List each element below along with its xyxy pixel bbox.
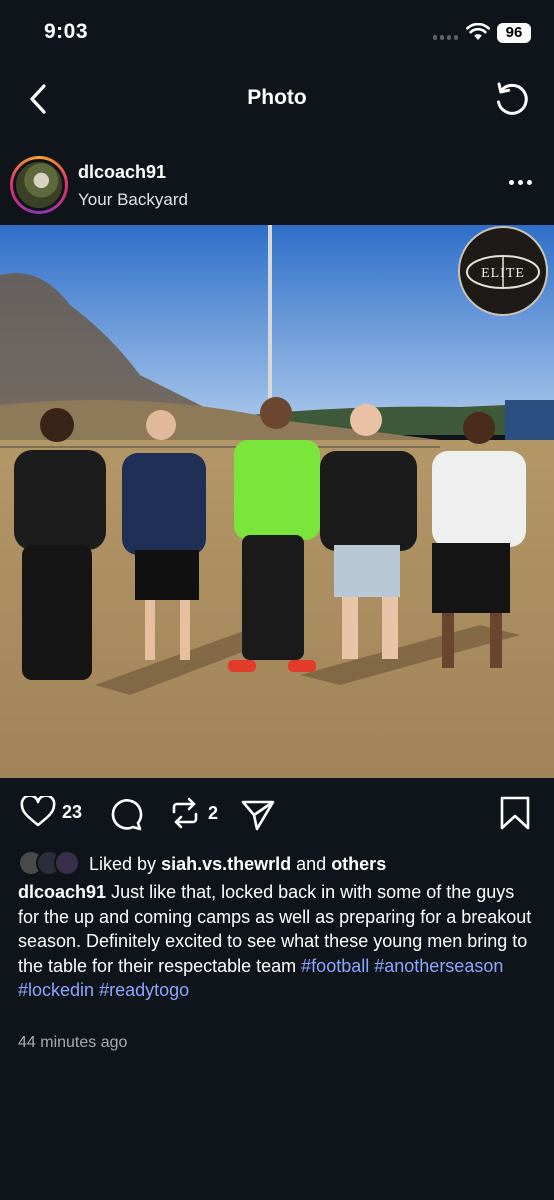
avatar[interactable] xyxy=(10,156,68,214)
post-timestamp: 44 minutes ago xyxy=(18,1034,128,1051)
refresh-icon xyxy=(497,82,528,115)
avatar xyxy=(54,850,80,876)
heart-icon xyxy=(20,796,56,827)
save-button[interactable] xyxy=(499,796,531,830)
liker-avatars xyxy=(18,850,86,878)
liked-by-others[interactable]: others xyxy=(331,854,386,874)
more-options-button[interactable] xyxy=(509,180,532,185)
post-actions: 23 2 xyxy=(0,790,554,840)
nav-bar: Photo xyxy=(0,66,554,132)
comment-icon xyxy=(111,799,143,831)
post-header: dlcoach91 Your Backyard xyxy=(0,150,554,222)
refresh-button[interactable] xyxy=(492,80,532,120)
wifi-icon xyxy=(466,23,490,40)
status-time: 9:03 xyxy=(44,20,89,43)
liked-by-text: Liked by siah.vs.thewrld and others xyxy=(89,854,386,875)
liked-by-prefix: Liked by xyxy=(89,853,157,874)
caption-username[interactable]: dlcoach91 xyxy=(18,882,106,902)
page-title: Photo xyxy=(247,86,307,109)
hashtag[interactable]: #lockedin xyxy=(18,980,94,1000)
post-photo-image: ELITE xyxy=(0,225,554,778)
liked-by[interactable]: Liked by siah.vs.thewrld and others xyxy=(18,849,386,879)
post-caption: dlcoach91 Just like that, locked back in… xyxy=(18,880,538,1003)
status-bar: 9:03 96 xyxy=(0,0,554,66)
repost-icon xyxy=(172,797,198,829)
hashtag[interactable]: #football xyxy=(301,956,369,976)
liked-by-conjunction: and xyxy=(296,853,327,874)
repost-count: 2 xyxy=(208,802,219,823)
post-location[interactable]: Your Backyard xyxy=(78,190,188,210)
post-photo[interactable]: ELITE xyxy=(0,225,554,778)
like-button[interactable]: 23 xyxy=(20,796,82,828)
battery-indicator: 96 xyxy=(497,23,531,43)
comment-button[interactable] xyxy=(108,796,144,832)
hashtag[interactable]: #anotherseason xyxy=(374,956,503,976)
hashtag[interactable]: #readytogo xyxy=(99,980,189,1000)
send-icon xyxy=(241,800,275,831)
repost-button[interactable]: 2 xyxy=(168,796,218,830)
like-count: 23 xyxy=(62,801,83,822)
bookmark-icon xyxy=(500,796,530,830)
post-username[interactable]: dlcoach91 xyxy=(78,162,166,183)
elite-logo-text: ELITE xyxy=(481,266,525,281)
liker-username[interactable]: siah.vs.thewrld xyxy=(161,854,291,874)
cellular-signal-icon xyxy=(433,28,458,40)
share-button[interactable] xyxy=(240,796,276,832)
